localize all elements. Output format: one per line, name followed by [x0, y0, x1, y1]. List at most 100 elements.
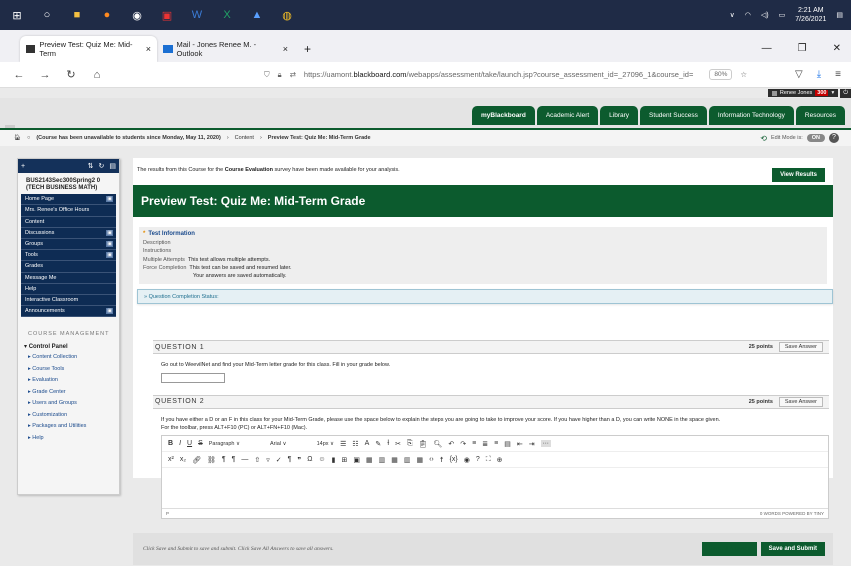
- menu-item-discussions[interactable]: Discussions ▣: [21, 227, 116, 239]
- tab-myblackboard[interactable]: myBlackboard: [472, 106, 535, 125]
- strikethrough-icon[interactable]: S: [198, 440, 203, 447]
- table-props-icon[interactable]: ▣: [353, 456, 360, 464]
- control-item-customization[interactable]: ▸ Customization: [18, 410, 119, 422]
- bullet-list-icon[interactable]: ☰: [340, 440, 346, 448]
- maximize-icon[interactable]: ❐: [798, 43, 807, 54]
- format-icon[interactable]: ▿: [266, 456, 270, 464]
- help-editor-icon[interactable]: ?: [476, 456, 480, 463]
- test-information-heading[interactable]: * Test Information: [143, 230, 823, 239]
- question-completion-status[interactable]: » Question Completion Status:: [137, 289, 833, 305]
- zoom-level[interactable]: 80%: [709, 69, 733, 80]
- add-menu-item-icon[interactable]: +: [21, 163, 25, 170]
- subscript-icon[interactable]: x₂: [180, 456, 186, 463]
- control-item-packages-utilities[interactable]: ▸ Packages and Utilities: [18, 421, 119, 433]
- edit-mode-toggle[interactable]: ON: [806, 134, 825, 142]
- bookmark-star-icon[interactable]: ☆: [740, 70, 747, 79]
- tab-resources[interactable]: Resources: [795, 106, 845, 125]
- reload-icon[interactable]: ↻: [64, 68, 78, 81]
- notifications-icon[interactable]: ▤: [836, 11, 843, 19]
- numbered-list-icon[interactable]: ☷: [352, 440, 358, 448]
- rtl-icon[interactable]: ¶: [232, 456, 236, 463]
- chrome-icon[interactable]: ◍: [279, 7, 295, 23]
- add-content-icon[interactable]: ⊕: [497, 456, 503, 464]
- lock-icon[interactable]: 🔒︎: [278, 70, 282, 80]
- save-answer-button[interactable]: Save Answer: [778, 396, 823, 407]
- pocket-icon[interactable]: ▽: [795, 69, 803, 80]
- back-icon[interactable]: ←: [12, 69, 26, 81]
- menu-icon[interactable]: ≡: [835, 69, 841, 80]
- outdent-icon[interactable]: ⇤: [517, 440, 523, 448]
- upload-icon[interactable]: ⇧: [254, 456, 260, 464]
- downloads-icon[interactable]: ⤓: [817, 69, 821, 80]
- tab-outlook-mail[interactable]: Mail - Jones Renee M. - Outlook ×: [157, 36, 294, 62]
- wifi-icon[interactable]: ◠: [745, 11, 751, 19]
- save-all-answers-button[interactable]: Save All Answers: [702, 542, 757, 556]
- menu-item-home-page[interactable]: Home Page ▣: [21, 194, 116, 206]
- menu-item-help[interactable]: Help: [21, 283, 116, 295]
- power-icon[interactable]: ⏻: [840, 88, 851, 98]
- cut-icon[interactable]: ✂: [395, 440, 401, 448]
- file-explorer-icon[interactable]: ■: [69, 7, 85, 23]
- display-options-icon[interactable]: ▤: [109, 162, 116, 170]
- language-icon[interactable]: ▭: [779, 11, 786, 19]
- clear-format-icon[interactable]: Ɨ: [387, 440, 389, 447]
- menu-item-office-hours[interactable]: Mrs. Renee's Office Hours: [21, 205, 116, 217]
- fullscreen-icon[interactable]: ⛶: [486, 456, 491, 464]
- tab-preview-test[interactable]: Preview Test: Quiz Me: Mid-Term ×: [20, 36, 157, 62]
- more-icon[interactable]: ⋯: [540, 440, 551, 447]
- minimize-icon[interactable]: —: [762, 43, 772, 54]
- text-color-icon[interactable]: A: [365, 440, 370, 447]
- math-icon[interactable]: {x}: [450, 456, 458, 463]
- menu-item-content[interactable]: Content: [21, 216, 116, 228]
- paragraph-icon[interactable]: ¶: [288, 456, 292, 463]
- volume-icon[interactable]: ◁): [761, 11, 769, 19]
- horizontal-line-icon[interactable]: —: [241, 456, 248, 463]
- control-item-content-collection[interactable]: ▸ Content Collection: [18, 352, 119, 364]
- superscript-icon[interactable]: x²: [168, 456, 174, 463]
- indent-icon[interactable]: ⇥: [529, 440, 535, 448]
- preview-icon[interactable]: ◉: [464, 456, 470, 464]
- user-menu[interactable]: Renee Jones 300 ▾: [767, 89, 839, 97]
- link-icon[interactable]: 🔗︎: [192, 456, 201, 464]
- breadcrumb-home-icon[interactable]: 🏠︎: [14, 135, 21, 141]
- menu-item-tools[interactable]: Tools ▣: [21, 250, 116, 262]
- bold-icon[interactable]: B: [168, 440, 173, 447]
- menu-item-message-me[interactable]: Message Me: [21, 272, 116, 284]
- tab-library[interactable]: Library: [600, 106, 639, 125]
- control-item-course-tools[interactable]: ▸ Course Tools: [18, 364, 119, 376]
- table-split-icon[interactable]: ▥: [404, 456, 411, 464]
- forward-icon[interactable]: →: [38, 69, 52, 81]
- copy-icon[interactable]: ⎘: [407, 440, 413, 448]
- firefox-icon[interactable]: ●: [99, 7, 115, 23]
- tab-student-success[interactable]: Student Success: [640, 106, 707, 125]
- omega-icon[interactable]: Ω: [307, 456, 312, 463]
- home-icon[interactable]: ⌂: [90, 69, 104, 81]
- control-item-grade-center[interactable]: ▸ Grade Center: [18, 387, 119, 399]
- undo-icon[interactable]: ↶: [448, 440, 454, 448]
- accessibility-icon[interactable]: ☨: [440, 456, 444, 464]
- view-results-button[interactable]: View Results: [772, 168, 825, 182]
- paste-icon[interactable]: 📋︎: [419, 440, 428, 448]
- underline-icon[interactable]: U: [187, 440, 192, 447]
- menu-item-interactive-classroom[interactable]: Interactive Classroom: [21, 294, 116, 307]
- tray-chevron-icon[interactable]: ∨: [730, 11, 735, 19]
- quote-icon[interactable]: ❞: [297, 456, 301, 464]
- align-center-icon[interactable]: ≣: [482, 440, 488, 448]
- check-icon[interactable]: ✓: [276, 456, 282, 464]
- font-select[interactable]: Arial ∨: [270, 441, 287, 447]
- editor-body[interactable]: [162, 468, 828, 508]
- emoji-icon[interactable]: ☺: [318, 456, 325, 463]
- table-col-icon[interactable]: ▥: [379, 456, 386, 464]
- media-icon[interactable]: ◉: [129, 7, 145, 23]
- pdf-icon[interactable]: ▣: [159, 7, 175, 23]
- menu-item-groups[interactable]: Groups ▣: [21, 238, 116, 251]
- permissions-icon[interactable]: ⇄: [290, 70, 296, 79]
- font-size-select[interactable]: 14px ∨: [317, 441, 335, 447]
- align-right-icon[interactable]: ≡: [494, 440, 498, 447]
- tab-information-technology[interactable]: Information Technology: [708, 106, 794, 125]
- control-item-help[interactable]: ▸ Help: [18, 433, 119, 445]
- refresh-menu-icon[interactable]: ↻: [99, 162, 105, 170]
- control-item-users-groups[interactable]: ▸ Users and Groups: [18, 398, 119, 410]
- close-window-icon[interactable]: ✕: [833, 43, 841, 54]
- code-icon[interactable]: ‹›: [429, 456, 434, 463]
